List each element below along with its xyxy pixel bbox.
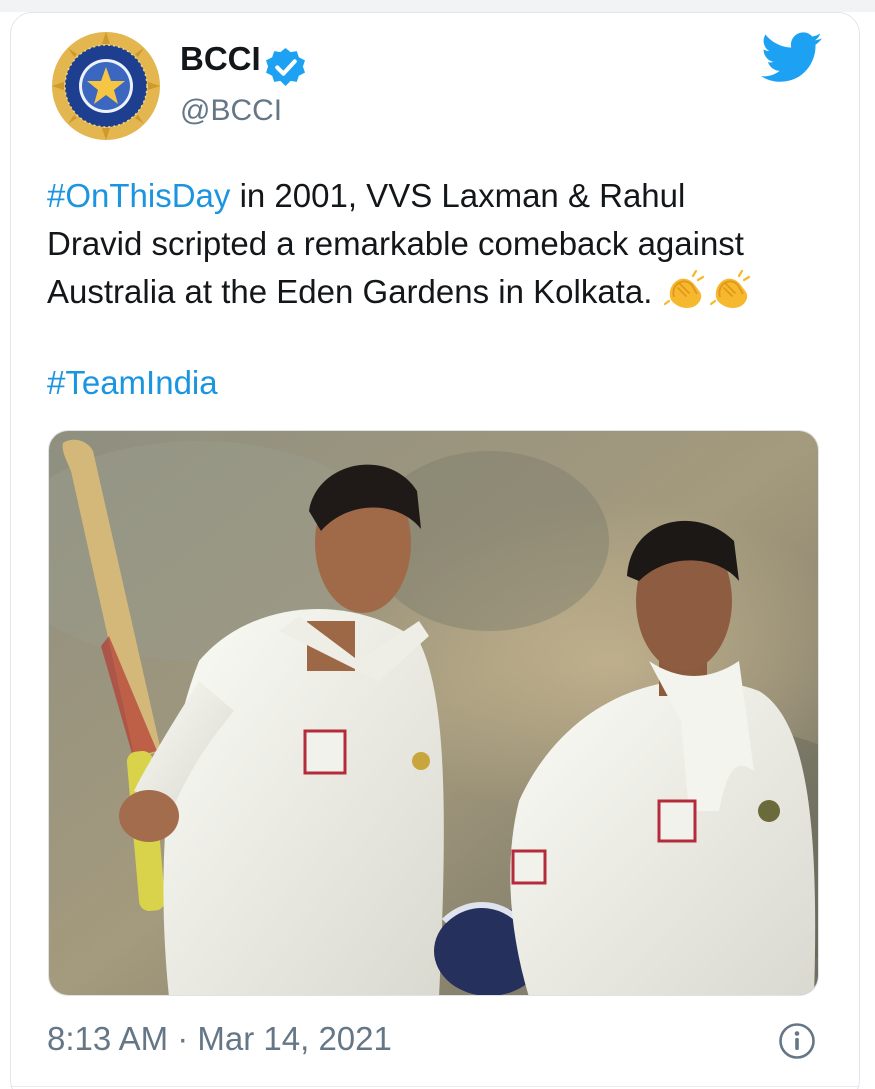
tweet-line-2: Dravid scripted a remarkable comeback ag… — [47, 225, 744, 262]
tweet-line-1: #OnThisDay in 2001, VVS Laxman & Rahul — [47, 172, 837, 220]
hashtag-teamindia[interactable]: #TeamIndia — [47, 359, 218, 407]
account-handle[interactable]: @BCCI — [180, 96, 282, 126]
tweet-line-1-text: in 2001, VVS Laxman & Rahul — [230, 177, 686, 214]
bottom-divider — [10, 1086, 860, 1087]
clapping-hands-emoji-icon — [663, 270, 704, 308]
tweet-photo[interactable] — [48, 430, 819, 996]
clapping-hands-emoji-icon — [709, 270, 750, 308]
tweet-timestamp[interactable]: 8:13 AM · Mar 14, 2021 — [47, 1017, 392, 1061]
tweet-line-3-text: Australia at the Eden Gardens in Kolkata… — [47, 273, 662, 310]
verified-badge-icon — [266, 48, 305, 86]
hashtag-onthisday[interactable]: #OnThisDay — [47, 177, 230, 214]
tweet-text: #OnThisDay in 2001, VVS Laxman & Rahul D… — [47, 172, 837, 316]
info-icon[interactable] — [778, 1022, 816, 1060]
tweet-line-3: Australia at the Eden Gardens in Kolkata… — [47, 268, 837, 316]
twitter-bird-icon[interactable] — [761, 32, 823, 84]
bcci-crest-logo[interactable] — [50, 30, 162, 142]
cricketers-photo-image — [49, 431, 818, 995]
display-name[interactable]: BCCI — [180, 42, 261, 75]
page-top-strip — [0, 0, 875, 12]
